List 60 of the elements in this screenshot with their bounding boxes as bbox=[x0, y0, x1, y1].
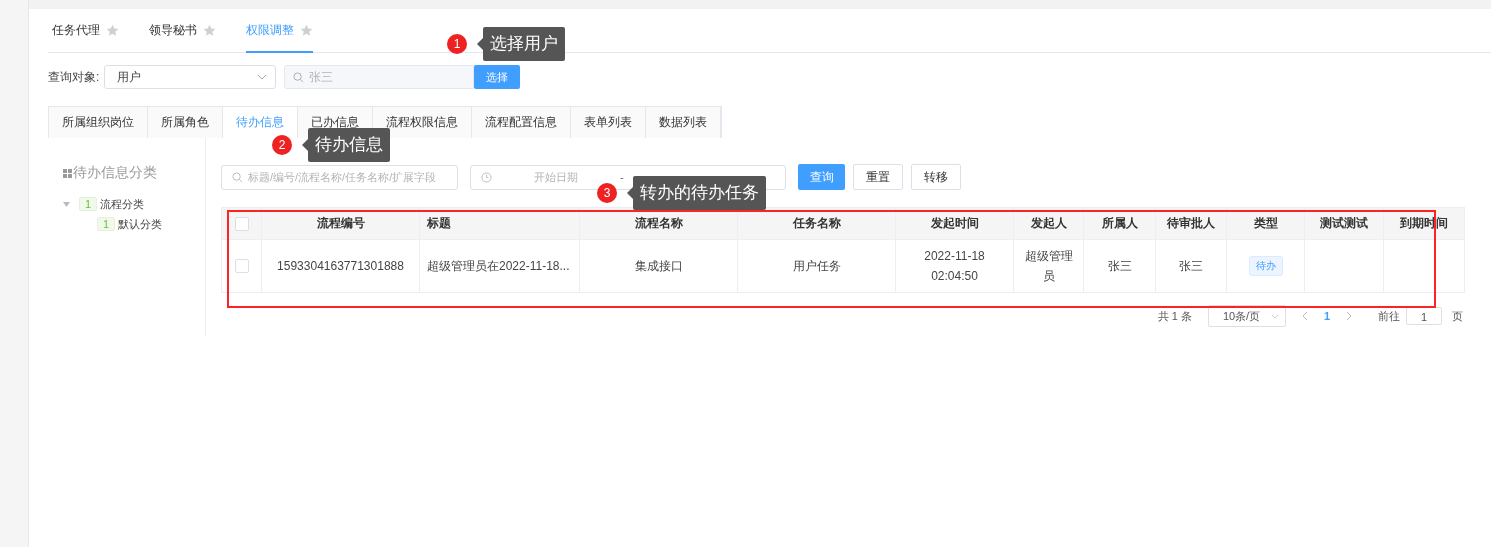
filter-button[interactable]: 重置 bbox=[853, 164, 903, 190]
goto-page-field[interactable]: 1 bbox=[1406, 307, 1442, 325]
star-icon[interactable] bbox=[106, 23, 119, 37]
page-tab[interactable]: 任务代理 bbox=[52, 9, 119, 53]
star-icon[interactable] bbox=[203, 23, 216, 37]
goto-label: 前往 bbox=[1378, 308, 1400, 324]
column-header: 标题 bbox=[420, 208, 580, 239]
filter-button[interactable]: 转移 bbox=[911, 164, 961, 190]
table-cell-text: 张三 bbox=[1107, 258, 1132, 275]
chevron-down-icon bbox=[1270, 313, 1279, 319]
callout-pointer-icon bbox=[302, 139, 308, 151]
query-label: 查询对象: bbox=[48, 68, 101, 86]
type-select[interactable]: 用户 bbox=[104, 65, 276, 89]
table-cell-text: 用户任务 bbox=[792, 258, 841, 275]
count-badge: 1 bbox=[97, 217, 116, 231]
table-cell-text: 超级管理员 bbox=[1023, 248, 1074, 285]
step-badge: 1 bbox=[447, 34, 467, 54]
table-cell-text: 张三 bbox=[1179, 258, 1203, 275]
search-icon bbox=[232, 171, 243, 183]
tree-item[interactable]: 流程分类 bbox=[100, 196, 145, 212]
next-page-icon[interactable] bbox=[1346, 311, 1352, 321]
tree-item[interactable]: 默认分类 bbox=[118, 216, 163, 232]
previous-page-icon[interactable] bbox=[1301, 311, 1308, 321]
callout-tooltip: 待办信息 bbox=[308, 128, 390, 162]
column-header: 发起时间 bbox=[896, 208, 1014, 239]
total-count: 共 1 条 bbox=[1157, 308, 1192, 324]
callout-pointer-icon bbox=[627, 187, 633, 199]
step-badge: 3 bbox=[597, 183, 617, 203]
callout-tooltip: 转办的待办任务 bbox=[633, 176, 766, 210]
table-cell-text: 集成接口 bbox=[634, 258, 683, 275]
page-tab[interactable]: 领导秘书 bbox=[149, 9, 216, 53]
search-icon bbox=[293, 71, 304, 83]
chevron-down-icon bbox=[257, 74, 267, 80]
caret-icon[interactable] bbox=[63, 201, 70, 207]
callout-tooltip: 选择用户 bbox=[483, 27, 565, 61]
select-all-checkbox[interactable] bbox=[234, 216, 249, 231]
page-label: 页 bbox=[1452, 308, 1463, 324]
grid-icon bbox=[63, 168, 72, 178]
table-cell-text: 超级管理员在2022-11-18... bbox=[427, 258, 570, 275]
star-icon[interactable] bbox=[300, 23, 313, 37]
sub-tab[interactable]: 表单列表 bbox=[571, 107, 646, 138]
clock-icon bbox=[481, 171, 492, 183]
table-cell-text: 1593304163771301888 bbox=[277, 258, 404, 275]
sub-tab[interactable]: 数据列表 bbox=[646, 107, 721, 138]
row-checkbox[interactable] bbox=[234, 259, 249, 273]
column-header: 流程编号 bbox=[262, 208, 420, 239]
callout-pointer-icon bbox=[477, 38, 483, 50]
table-cell-text: 2022-11-18 02:04:50 bbox=[923, 248, 986, 285]
status-tag: 待办 bbox=[1248, 256, 1283, 276]
column-header: 类型 bbox=[1227, 208, 1305, 239]
column-header: 测试测试 bbox=[1305, 208, 1384, 239]
column-header: 待审批人 bbox=[1156, 208, 1227, 239]
sub-tab[interactable]: 所属组织岗位 bbox=[49, 107, 148, 138]
column-header: 所属人 bbox=[1084, 208, 1156, 239]
sub-tab[interactable]: 流程配置信息 bbox=[472, 107, 571, 138]
tree-title: 待办信息分类 bbox=[73, 164, 157, 182]
count-badge: 1 bbox=[79, 197, 98, 211]
page-size-select[interactable]: 10条/页 bbox=[1207, 305, 1286, 327]
column-header: 发起人 bbox=[1014, 208, 1084, 239]
step-badge: 2 bbox=[272, 135, 292, 155]
